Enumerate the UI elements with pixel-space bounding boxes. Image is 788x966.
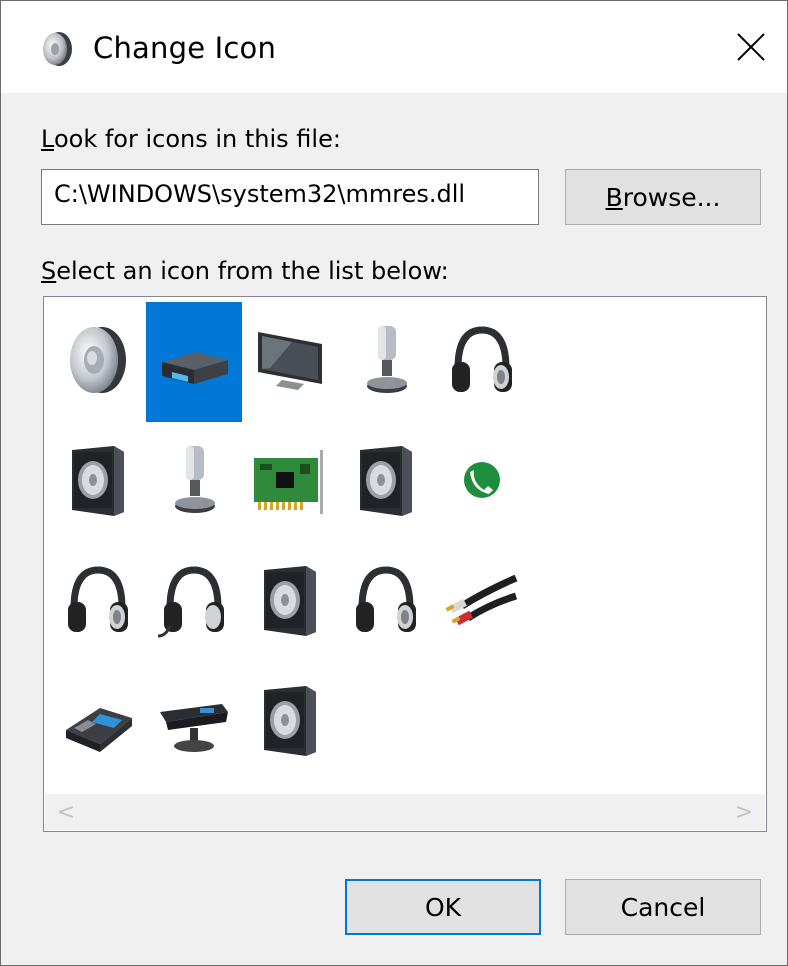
icon-list-label-accesskey: S (41, 257, 57, 285)
speaker-box-icon (348, 442, 424, 522)
close-button[interactable] (719, 15, 783, 79)
icon-list-item[interactable] (146, 302, 242, 422)
file-label-accesskey: L (41, 125, 54, 153)
icon-list-item[interactable] (242, 422, 338, 542)
icon-list-item[interactable] (338, 542, 434, 662)
browse-button[interactable]: Browse... (565, 169, 761, 225)
headphones-icon (348, 562, 424, 642)
icon-list-item[interactable] (338, 422, 434, 542)
scroll-right-button[interactable]: > (727, 794, 761, 830)
icon-list-item[interactable] (146, 662, 242, 782)
icon-list-label: Select an icon from the list below: (41, 257, 449, 285)
headset-icon (156, 562, 232, 642)
microphone-icon (156, 442, 232, 522)
browse-accesskey: B (605, 182, 623, 212)
speaker-box-icon (252, 562, 328, 642)
microphone-icon (348, 322, 424, 402)
icon-list-item[interactable] (338, 302, 434, 422)
desk-phone-icon (60, 682, 136, 762)
browse-label: rowse... (622, 182, 721, 212)
icon-list-item[interactable] (434, 542, 530, 662)
close-icon (737, 33, 765, 61)
speaker-app-icon (37, 29, 77, 69)
speaker-box-icon (252, 682, 328, 762)
title-bar: Change Icon (1, 1, 787, 93)
icon-list-item[interactable] (50, 662, 146, 782)
icon-list-item[interactable] (50, 302, 146, 422)
change-icon-dialog: Change Icon Look for icons in this file:… (0, 0, 788, 966)
audio-device-icon (156, 322, 232, 402)
icon-list-label-text: elect an icon from the list below: (56, 257, 449, 285)
speaker-icon (60, 322, 136, 402)
scroll-left-button[interactable]: < (49, 794, 83, 830)
icon-list-item[interactable] (434, 302, 530, 422)
ok-button[interactable]: OK (345, 879, 541, 935)
icon-list-item[interactable] (146, 422, 242, 542)
icon-list-item[interactable] (146, 542, 242, 662)
monitor-icon (252, 322, 328, 402)
webcam-icon (156, 682, 232, 762)
icon-list-item[interactable] (50, 422, 146, 542)
sound-card-icon (252, 442, 328, 522)
file-label-text: ook for icons in this file: (53, 125, 341, 153)
horizontal-scrollbar[interactable]: < > (45, 794, 765, 830)
headphones-icon (444, 322, 520, 402)
dialog-title: Change Icon (93, 31, 277, 65)
cancel-button[interactable]: Cancel (565, 879, 761, 935)
file-label: Look for icons in this file: (41, 125, 341, 153)
speaker-box-icon (60, 442, 136, 522)
icon-list-item[interactable] (242, 542, 338, 662)
headphones-icon (60, 562, 136, 642)
icon-list-item[interactable] (242, 302, 338, 422)
icon-list-item[interactable] (434, 422, 530, 542)
icon-list[interactable]: < > (43, 296, 767, 832)
rca-cable-icon (444, 562, 520, 642)
phone-call-icon (444, 442, 520, 522)
icon-list-item[interactable] (242, 662, 338, 782)
file-path-input[interactable] (41, 169, 539, 225)
icon-list-item[interactable] (50, 542, 146, 662)
